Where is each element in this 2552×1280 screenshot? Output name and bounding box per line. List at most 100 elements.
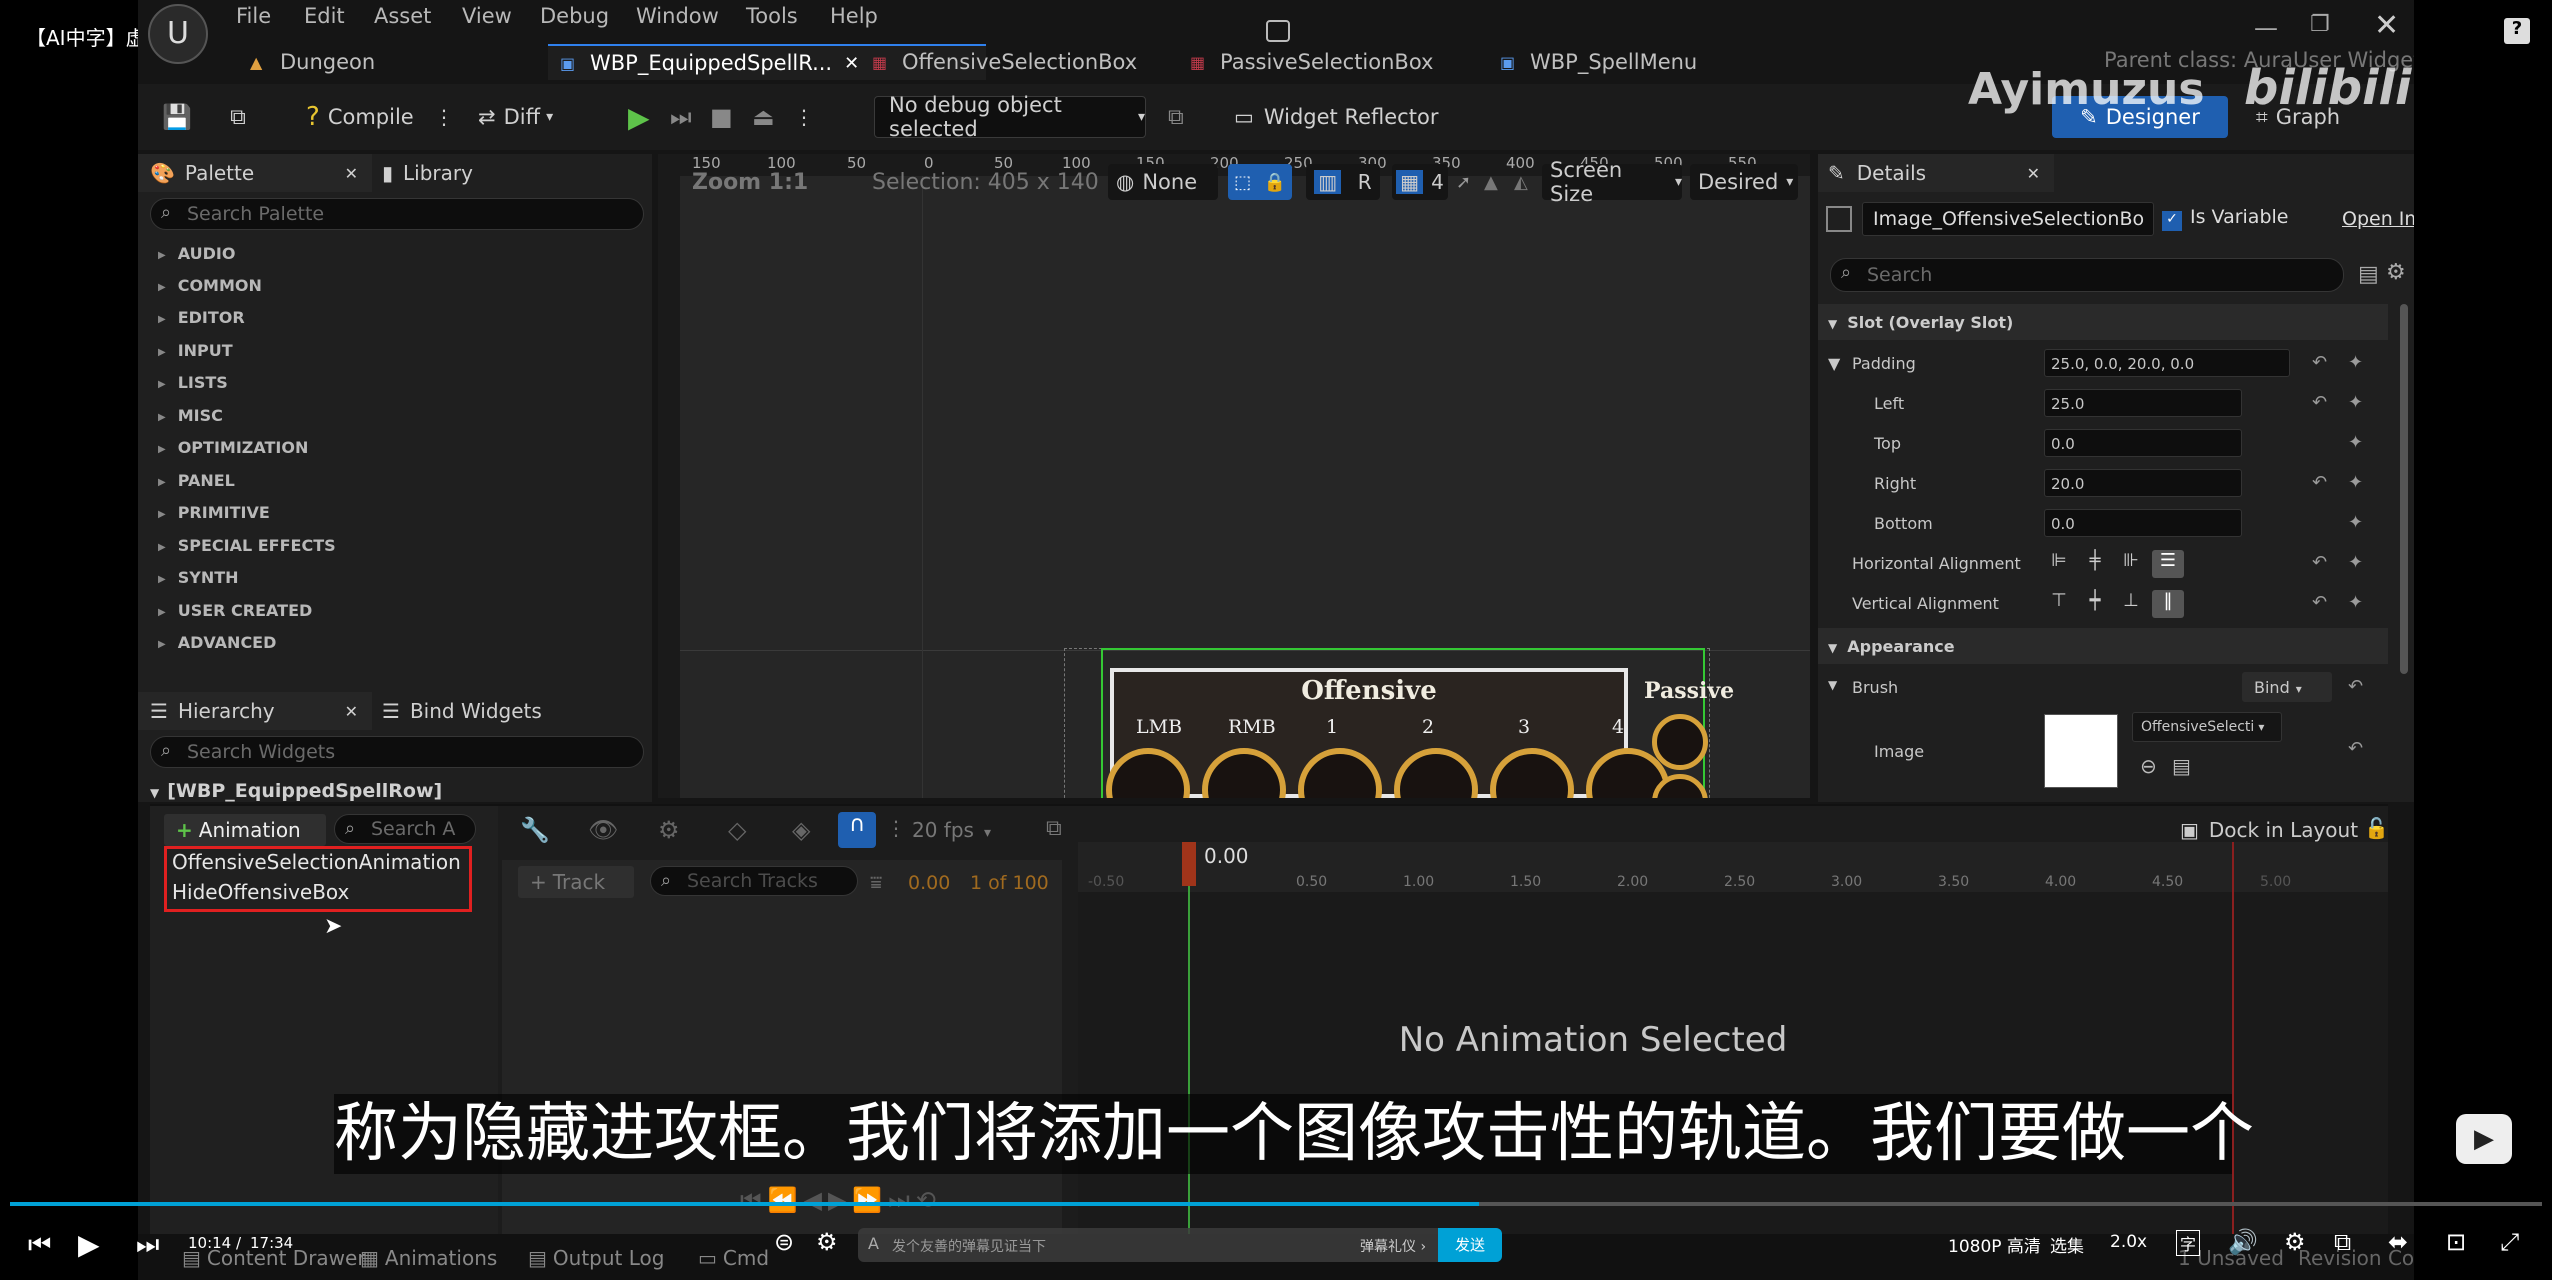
keyframe-icon[interactable]: ✦ (2348, 432, 2363, 453)
reset-arrow-icon[interactable]: ↶ (2312, 392, 2327, 413)
send-danmaku-button[interactable]: 发送 (1438, 1228, 1502, 1262)
minimize-icon[interactable]: — (2254, 14, 2278, 42)
close-icon[interactable]: ✕ (2374, 8, 2399, 43)
collapse-icon[interactable]: ▼ (1828, 354, 1840, 373)
palette-category[interactable]: MISC (158, 406, 223, 425)
lock-open-icon[interactable]: 🔓 (2364, 816, 2389, 840)
reset-arrow-icon[interactable]: ↶ (2348, 676, 2363, 697)
close-icon[interactable]: ✕ (345, 702, 358, 721)
right-input[interactable]: 20.0 (2044, 469, 2242, 497)
padding-input[interactable]: 25.0, 0.0, 20.0, 0.0 (2044, 349, 2290, 377)
restore-icon[interactable]: ❐ (2310, 12, 2330, 37)
current-time-field[interactable]: 0.00 (908, 872, 950, 894)
episodes-button[interactable]: 选集 (2050, 1232, 2084, 1257)
palette-category[interactable]: USER CREATED (158, 601, 313, 620)
palette-category[interactable]: OPTIMIZATION (158, 438, 309, 457)
tab-details[interactable]: ✎ Details ✕ (1818, 154, 2054, 192)
key-interp-icon[interactable]: ◈ (792, 816, 810, 844)
passive-slot-ring[interactable] (1652, 714, 1708, 770)
palette-category[interactable]: EDITOR (158, 308, 245, 327)
danmaku-toggle-icon[interactable]: ⊜ (774, 1228, 794, 1256)
hierarchy-search-input[interactable]: ⌕ Search Widgets (150, 736, 644, 768)
collapse-icon[interactable]: ▼ (1828, 678, 1837, 692)
is-variable-checkbox[interactable]: ✓ Is Variable (2162, 206, 2288, 231)
palette-search-input[interactable]: ⌕ Search Palette (150, 198, 644, 230)
dock-in-layout-button[interactable]: ▣ Dock in Layout (2180, 818, 2358, 842)
step-icon[interactable]: ⏭ (670, 96, 700, 138)
use-selected-icon[interactable]: ⊖ (2140, 754, 2157, 778)
menu-window[interactable]: Window (636, 4, 719, 28)
quality-selector[interactable]: 1080P 高清 (1948, 1232, 2041, 1257)
offensive-selection-box[interactable]: Offensive LMB RMB 1 2 3 4 (1106, 668, 1670, 798)
browse-icon[interactable]: ⧉ (218, 96, 258, 138)
fullscreen-icon[interactable]: ⤢ (2500, 1228, 2519, 1256)
spell-slot-ring[interactable] (1298, 748, 1382, 798)
cursor-icon[interactable]: ➚ (1456, 164, 1471, 200)
open-image-link[interactable]: Open Imag (2342, 208, 2414, 230)
top-input[interactable]: 0.0 (2044, 429, 2242, 457)
tab-wbp-spell-menu[interactable]: ▣ WBP_SpellMenu (1488, 44, 1788, 80)
left-input[interactable]: 25.0 (2044, 389, 2242, 417)
align-bottom-icon[interactable]: ⊥ (2116, 590, 2146, 618)
grid-snap-toggle[interactable]: ▦ 4 (1392, 164, 1448, 200)
details-scrollbar[interactable] (2400, 304, 2408, 674)
search-tracks-input[interactable]: ⌕ Search Tracks (650, 866, 858, 896)
align-center-icon[interactable]: ╪ (2080, 550, 2110, 578)
tab-passive-selection-box[interactable]: ▦ PassiveSelectionBox (1178, 44, 1478, 80)
reset-arrow-icon[interactable]: ↶ (2312, 472, 2327, 493)
close-icon[interactable]: ✕ (2027, 164, 2040, 183)
fps-dropdown[interactable]: 20 fps ▾ (912, 818, 991, 842)
image-asset-dropdown[interactable]: OffensiveSelecti ▾ (2132, 712, 2282, 742)
stop-icon[interactable]: ■ (710, 96, 740, 138)
layout-mode-toggle[interactable]: ▥ R (1306, 164, 1380, 200)
widget-name-input[interactable]: Image_OffensiveSelectionBo (1862, 202, 2154, 236)
close-tab-icon[interactable]: ✕ (844, 53, 859, 74)
respect-locks-toggle[interactable]: ⬚ 🔒 (1228, 164, 1292, 200)
save-icon[interactable]: 💾 (160, 96, 194, 138)
gradient-icon[interactable]: ◭ (1514, 164, 1528, 200)
localization-dropdown[interactable]: ◍ None (1108, 164, 1218, 200)
bottom-input[interactable]: 0.0 (2044, 509, 2242, 537)
help-icon[interactable]: ? (2504, 18, 2530, 44)
keyframe-icon[interactable]: ✦ (2348, 392, 2363, 413)
widget-reflector-button[interactable]: ▭ Widget Reflector (1234, 96, 1454, 138)
slot-section-header[interactable]: ▼ Slot (Overlay Slot) (1818, 304, 2388, 340)
palette-category[interactable]: LISTS (158, 373, 228, 392)
appearance-section-header[interactable]: ▼ Appearance (1818, 628, 2388, 664)
snap-magnet-icon[interactable]: ∩ (838, 812, 876, 848)
spell-slot-ring[interactable] (1490, 748, 1574, 798)
palette-category[interactable]: PRIMITIVE (158, 503, 270, 522)
mini-player-icon[interactable]: ▶ (2456, 1114, 2512, 1164)
close-icon[interactable]: ✕ (345, 164, 358, 183)
eye-icon[interactable]: 👁 (588, 816, 618, 844)
keyframe-icon[interactable]: ✦ (2348, 352, 2363, 373)
compile-options-icon[interactable]: ⋮ (434, 96, 454, 138)
reset-arrow-icon[interactable]: ↶ (2312, 352, 2327, 373)
menu-view[interactable]: View (462, 4, 512, 28)
debug-object-dropdown[interactable]: No debug object selected ▾ (874, 93, 1146, 141)
palette-category[interactable]: INPUT (158, 341, 233, 360)
designer-viewport[interactable]: 150 100 50 0 50 100 150 200 250 300 350 … (658, 154, 1810, 798)
palette-category[interactable]: COMMON (158, 276, 262, 295)
image-icon[interactable]: ▲ (1484, 164, 1498, 200)
debug-filter-icon[interactable]: ⧉ (1168, 96, 1198, 138)
table-view-icon[interactable]: ▤ (2358, 262, 2379, 287)
screenshot-icon[interactable] (1266, 20, 1290, 42)
progress-track[interactable] (10, 1202, 2542, 1206)
keyframe-icon[interactable]: ✦ (2348, 552, 2363, 573)
keyframe-icon[interactable]: ✦ (2348, 592, 2363, 613)
palette-category[interactable]: SPECIAL EFFECTS (158, 536, 336, 555)
web-fullscreen-icon[interactable]: ⊡ (2446, 1228, 2466, 1256)
speed-selector[interactable]: 2.0x (2110, 1232, 2147, 1252)
diff-button[interactable]: ⇄ Diff ▾ (478, 96, 578, 138)
tab-palette[interactable]: 🎨 Palette ✕ (138, 154, 372, 192)
menu-tools[interactable]: Tools (746, 4, 798, 28)
settings-gear-icon[interactable]: ⚙ (2284, 1228, 2306, 1256)
danmaku-etiquette-link[interactable]: 弹幕礼仪 › (1360, 1236, 1426, 1256)
play-icon[interactable]: ▶ (78, 1228, 100, 1261)
add-animation-button[interactable]: + Animation (164, 814, 326, 846)
menu-asset[interactable]: Asset (374, 4, 431, 28)
reset-arrow-icon[interactable]: ↶ (2312, 552, 2327, 573)
play-options-icon[interactable]: ⋮ (794, 96, 814, 138)
spell-slot-ring[interactable] (1394, 748, 1478, 798)
